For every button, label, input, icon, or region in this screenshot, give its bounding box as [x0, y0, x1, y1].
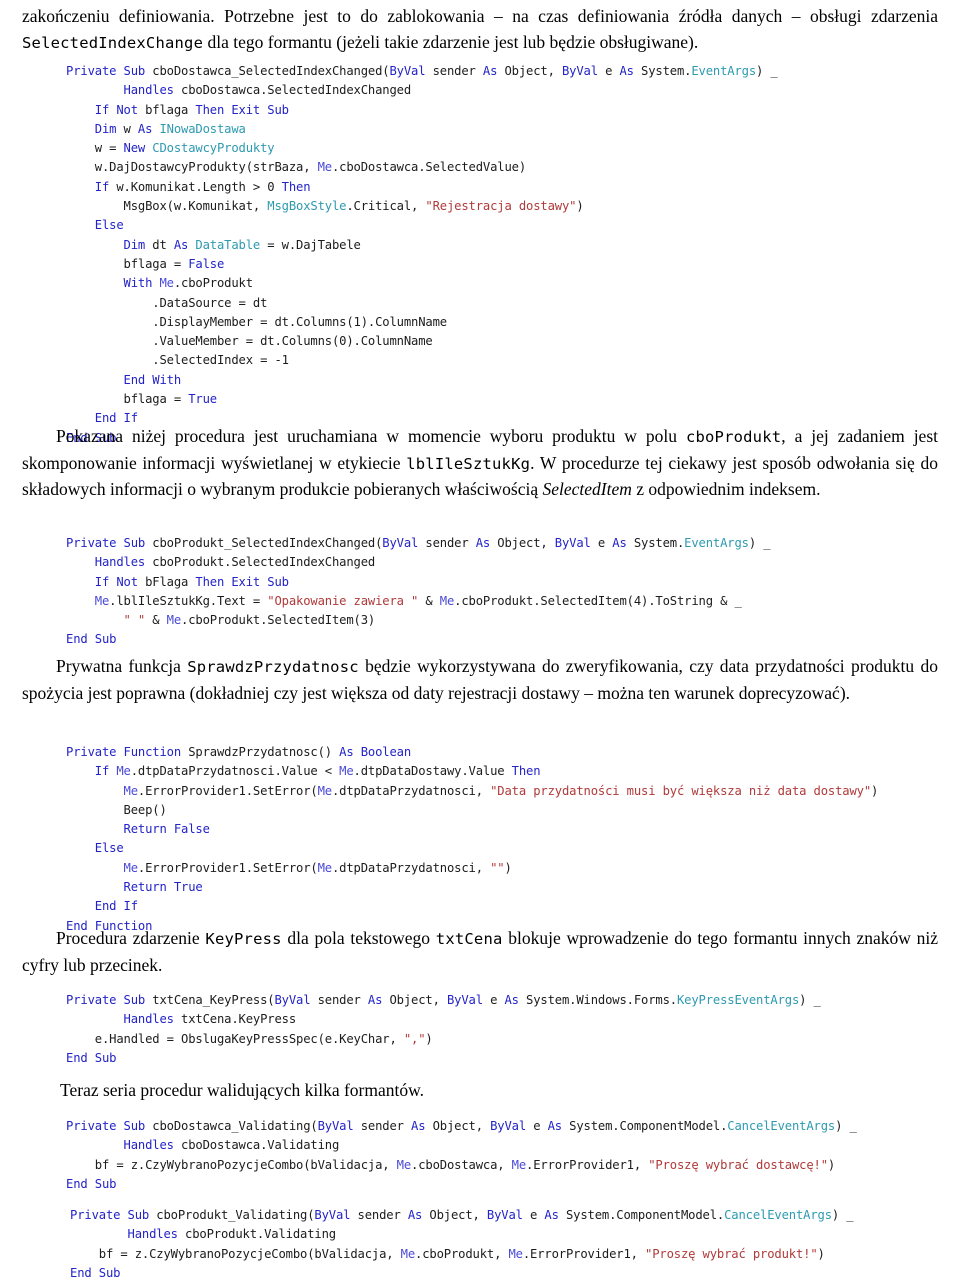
code-line: Me.lblIleSztukKg.Text = "Opakowanie zawi…	[94, 593, 742, 608]
paragraph-2-text-d: z odpowiednim indeksem.	[631, 479, 821, 499]
code-line: Private Sub cboProdukt_SelectedIndexChan…	[66, 536, 771, 550]
paragraph-3-text-a: Prywatna funkcja	[56, 656, 188, 676]
code-line: With Me.cboProdukt	[123, 276, 254, 291]
code-line: Private Function SprawdzPrzydatnosc() As…	[66, 745, 411, 759]
code-line: .DisplayMember = dt.Columns(1).ColumnNam…	[152, 314, 447, 329]
code-line: Private Sub cboDostawca_SelectedIndexCha…	[66, 64, 778, 78]
code-line: End Sub	[66, 632, 117, 647]
paragraph-1: zakończeniu definiowania. Potrzebne jest…	[22, 4, 938, 56]
code-line: w = New CDostawcyProdukty	[94, 141, 275, 156]
code-line: If Not bflaga Then Exit Sub	[94, 102, 289, 117]
code-line: .ValueMember = dt.Columns(0).ColumnName	[152, 334, 433, 349]
code-line: w.DajDostawcyProdukty(strBaza, Me.cboDos…	[94, 160, 526, 175]
code-line: Handles txtCena.KeyPress	[123, 1012, 297, 1027]
code-line: " " & Me.cboProdukt.SelectedItem(3)	[123, 613, 376, 628]
paragraph-4-text-a: Procedura zdarzenie	[56, 928, 206, 948]
paragraph-1-text-a: zakończeniu definiowania. Potrzebne jest…	[22, 6, 938, 26]
paragraph-5: Teraz seria procedur walidujących kilka …	[60, 1078, 938, 1104]
code-listing-sprawdzprzydatnosc: Private Function SprawdzPrzydatnosc() As…	[66, 743, 878, 936]
paragraph-1-text-b: dla tego formantu (jeżeli takie zdarzeni…	[203, 31, 699, 52]
code-line: Private Sub txtCena_KeyPress(ByVal sende…	[66, 993, 821, 1007]
code-line: MsgBox(w.Komunikat, MsgBoxStyle.Critical…	[123, 199, 584, 214]
inline-code-sprawdzprzydatnosc: SprawdzPrzydatnosc	[187, 658, 359, 676]
code-listing-txtcena-keypress: Private Sub txtCena_KeyPress(ByVal sende…	[66, 991, 821, 1068]
code-line: End If	[94, 899, 138, 914]
code-line: End Sub	[66, 1050, 117, 1065]
code-line: Me.ErrorProvider1.SetError(Me.dtpDataPrz…	[123, 783, 879, 798]
inline-code-keypress: KeyPress	[205, 930, 282, 948]
code-line: bf = z.CzyWybranoPozycjeCombo(bValidacja…	[98, 1246, 825, 1261]
code-line: bflaga = False	[123, 256, 225, 271]
code-line: Handles cboProdukt.Validating	[127, 1227, 337, 1242]
code-line: .DataSource = dt	[152, 295, 268, 310]
code-line: Else	[94, 218, 124, 233]
code-line: Handles cboProdukt.SelectedIndexChanged	[94, 555, 376, 570]
paragraph-2-text-a: Pokazana niżej procedura jest uruchamian…	[56, 426, 686, 446]
code-line: End Sub	[66, 1176, 117, 1191]
inline-code-selectedindexchange: SelectedIndexChange	[22, 33, 204, 52]
code-line: Private Sub cboProdukt_Validating(ByVal …	[70, 1208, 854, 1222]
code-listing-cboprodukt-validating: Private Sub cboProdukt_Validating(ByVal …	[70, 1206, 854, 1283]
code-line: If Not bFlaga Then Exit Sub	[94, 574, 289, 589]
code-line: Handles cboDostawca.SelectedIndexChanged	[123, 83, 412, 98]
paragraph-3: Prywatna funkcja SprawdzPrzydatnosc będz…	[22, 654, 938, 706]
code-line: Me.ErrorProvider1.SetError(Me.dtpDataPrz…	[123, 860, 512, 875]
paragraph-2: Pokazana niżej procedura jest uruchamian…	[22, 424, 938, 503]
code-line: Private Sub cboDostawca_Validating(ByVal…	[66, 1119, 857, 1133]
code-line: bflaga = True	[123, 392, 218, 407]
inline-italic-selecteditem: SelectedItem	[542, 479, 632, 499]
code-line: Dim w As INowaDostawa	[94, 121, 246, 136]
inline-code-cboprodukt: cboProdukt	[685, 428, 782, 446]
inline-code-txtcena: txtCena	[435, 930, 503, 948]
paragraph-4-text-b: dla pola tekstowego	[281, 928, 436, 948]
code-listing-cbodostawca-selectedindexchanged: Private Sub cboDostawca_SelectedIndexCha…	[66, 62, 778, 448]
document-page: zakończeniu definiowania. Potrzebne jest…	[0, 0, 960, 1280]
code-line: .SelectedIndex = -1	[152, 353, 289, 368]
code-line: Return True	[123, 880, 203, 895]
code-line: Handles cboDostawca.Validating	[123, 1138, 340, 1153]
code-line: e.Handled = ObslugaKeyPressSpec(e.KeyCha…	[94, 1031, 433, 1046]
code-line: Dim dt As DataTable = w.DajTabele	[123, 237, 361, 252]
code-line: Else	[94, 841, 124, 856]
code-listing-cbodostawca-validating: Private Sub cboDostawca_Validating(ByVal…	[66, 1117, 857, 1194]
code-line: If Me.dtpDataPrzydatnosci.Value < Me.dtp…	[94, 764, 541, 779]
code-line: Beep()	[123, 802, 167, 817]
code-line: bf = z.CzyWybranoPozycjeCombo(bValidacja…	[94, 1157, 836, 1172]
paragraph-5-text: Teraz seria procedur walidujących kilka …	[60, 1080, 425, 1100]
code-line: Return False	[123, 822, 210, 837]
code-line: If w.Komunikat.Length > 0 Then	[94, 179, 311, 194]
code-line: End Sub	[70, 1265, 121, 1280]
code-listing-cboprodukt-selectedindexchanged: Private Sub cboProdukt_SelectedIndexChan…	[66, 534, 771, 650]
code-line: End With	[123, 372, 182, 387]
inline-code-lblilesztukkg: lblIleSztukKg	[406, 454, 531, 473]
paragraph-4: Procedura zdarzenie KeyPress dla pola te…	[22, 926, 938, 978]
